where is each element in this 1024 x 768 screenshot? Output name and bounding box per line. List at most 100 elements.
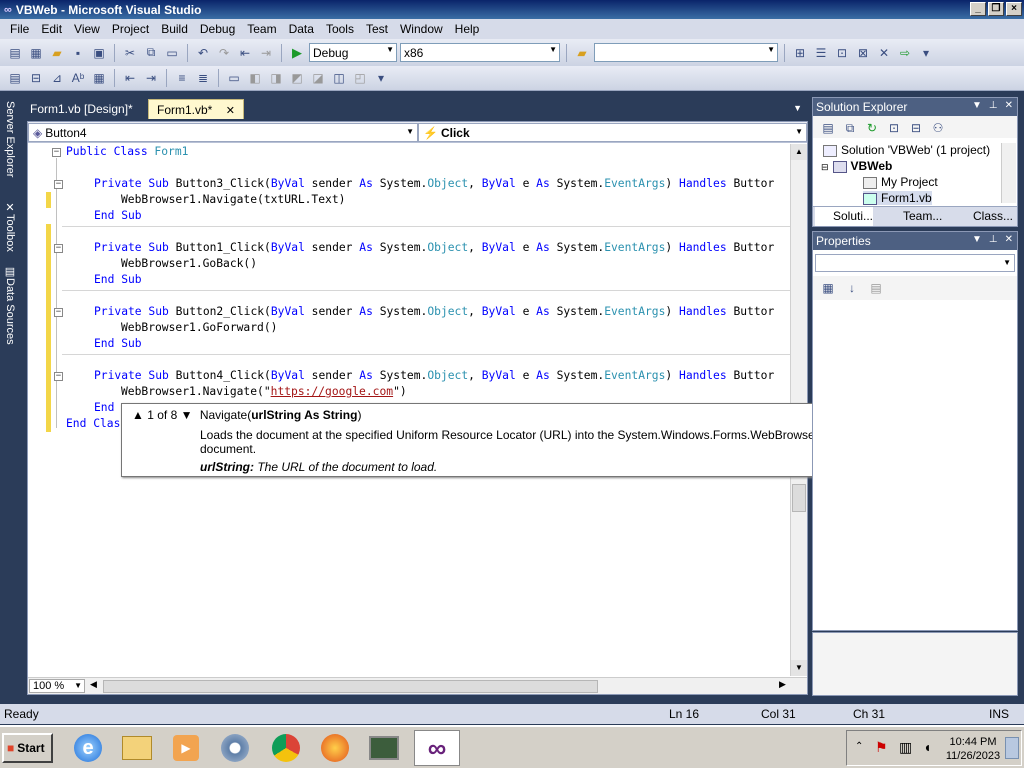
quick-info-icon[interactable]: ⊿ bbox=[48, 69, 66, 87]
start-debugging-icon[interactable]: ▶ bbox=[288, 44, 306, 62]
new-project-icon[interactable]: ▤ bbox=[6, 44, 24, 62]
add-item-icon[interactable]: ▦ bbox=[27, 44, 45, 62]
toggle-bookmark-icon[interactable]: ▭ bbox=[225, 69, 243, 87]
refresh-icon[interactable]: ↻ bbox=[863, 119, 881, 137]
show-hidden-icons-icon[interactable]: ⌃ bbox=[855, 741, 863, 752]
property-pages-icon[interactable]: ▤ bbox=[867, 279, 885, 297]
chrome-icon[interactable] bbox=[267, 730, 305, 766]
network-monitor-icon[interactable] bbox=[365, 730, 403, 766]
clear-bookmarks-icon[interactable]: ◰ bbox=[351, 69, 369, 87]
vertical-scrollbar[interactable] bbox=[1001, 143, 1016, 203]
alphabetical-icon[interactable]: ↓ bbox=[843, 279, 861, 297]
bookmark-document-icon[interactable]: ◫ bbox=[330, 69, 348, 87]
object-select[interactable]: ▼ bbox=[815, 254, 1015, 272]
comment-out-icon[interactable]: ≡ bbox=[173, 69, 191, 87]
window-position-icon[interactable]: ▼ bbox=[972, 100, 982, 111]
object-browser-icon[interactable]: ⊡ bbox=[833, 44, 851, 62]
categorized-icon[interactable]: ▦ bbox=[819, 279, 837, 297]
collapse-toggle[interactable]: − bbox=[54, 244, 63, 253]
properties-icon[interactable]: ▤ bbox=[819, 119, 837, 137]
decrease-indent-icon[interactable]: ⇤ bbox=[121, 69, 139, 87]
next-bookmark-icon[interactable]: ◨ bbox=[267, 69, 285, 87]
display-word-completion-icon[interactable]: ▦ bbox=[90, 69, 108, 87]
menu-help[interactable]: Help bbox=[449, 22, 486, 36]
pin-icon[interactable]: ⊥ bbox=[989, 100, 998, 111]
collapse-toggle[interactable]: − bbox=[54, 372, 63, 381]
copy-icon[interactable]: ⧉ bbox=[142, 44, 160, 62]
menu-view[interactable]: View bbox=[68, 22, 106, 36]
tab-class-view[interactable]: Class... bbox=[955, 209, 1013, 223]
find-combo[interactable]: ▼ bbox=[594, 43, 778, 62]
solution-explorer-icon[interactable]: ⊞ bbox=[791, 44, 809, 62]
volume-icon[interactable]: ◖ bbox=[923, 739, 931, 755]
server-explorer-tab[interactable]: Server Explorer bbox=[2, 101, 18, 177]
redo-icon[interactable]: ↷ bbox=[215, 44, 233, 62]
menu-data[interactable]: Data bbox=[283, 22, 320, 36]
scroll-thumb[interactable] bbox=[792, 484, 806, 512]
toolbox-tab[interactable]: ✕ Toolbox bbox=[2, 201, 18, 252]
window-position-icon[interactable]: ▼ bbox=[972, 234, 982, 245]
menu-project[interactable]: Project bbox=[106, 22, 155, 36]
increase-indent-icon[interactable]: ⇥ bbox=[142, 69, 160, 87]
display-object-members-icon[interactable]: ▤ bbox=[6, 69, 24, 87]
start-button[interactable]: ■ Start bbox=[2, 733, 53, 763]
start-page-icon[interactable]: ⇨ bbox=[896, 44, 914, 62]
menu-file[interactable]: File bbox=[4, 22, 35, 36]
view-code-icon[interactable]: ⊡ bbox=[885, 119, 903, 137]
cut-icon[interactable]: ✂ bbox=[121, 44, 139, 62]
solution-configuration-select[interactable]: Debug ▼ bbox=[309, 43, 397, 62]
save-icon[interactable]: ▪ bbox=[69, 44, 87, 62]
properties-window-icon[interactable]: ☰ bbox=[812, 44, 830, 62]
navigate-back-icon[interactable]: ⇤ bbox=[236, 44, 254, 62]
tree-item-project[interactable]: ⊟ VBWeb bbox=[821, 159, 892, 173]
paste-icon[interactable]: ▭ bbox=[163, 44, 181, 62]
tab-form1-design[interactable]: Form1.vb [Design]* bbox=[22, 99, 141, 119]
tree-item-solution[interactable]: Solution 'VBWeb' (1 project) bbox=[823, 143, 990, 157]
tools-icon[interactable]: ✕ bbox=[875, 44, 893, 62]
firefox-icon[interactable] bbox=[316, 730, 354, 766]
previous-bookmark-folder-icon[interactable]: ◩ bbox=[288, 69, 306, 87]
media-player-icon[interactable]: ▶ bbox=[167, 730, 205, 766]
menu-build[interactable]: Build bbox=[155, 22, 194, 36]
method-name-select[interactable]: ⚡ Click ▼ bbox=[418, 123, 807, 142]
find-in-files-icon[interactable]: ▰ bbox=[573, 44, 591, 62]
data-sources-tab[interactable]: ▤ Data Sources bbox=[2, 265, 18, 345]
scroll-right-icon[interactable]: ▶ bbox=[779, 679, 786, 690]
pin-icon[interactable]: ⊥ bbox=[989, 234, 998, 245]
uncomment-icon[interactable]: ≣ bbox=[194, 69, 212, 87]
collapse-toggle[interactable]: − bbox=[54, 308, 63, 317]
tree-item-form1[interactable]: Form1.vb bbox=[863, 191, 932, 205]
file-explorer-icon[interactable] bbox=[118, 730, 156, 766]
scroll-up-icon[interactable]: ▲ bbox=[791, 144, 807, 160]
class-diagram-icon[interactable]: ⚇ bbox=[929, 119, 947, 137]
tab-form1-code[interactable]: Form1.vb* ✕ bbox=[148, 99, 244, 119]
tab-solution-explorer[interactable]: Soluti... bbox=[815, 207, 874, 226]
menu-tools[interactable]: Tools bbox=[320, 22, 360, 36]
menu-edit[interactable]: Edit bbox=[35, 22, 68, 36]
close-button[interactable]: × bbox=[1006, 2, 1022, 16]
view-designer-icon[interactable]: ⊟ bbox=[907, 119, 925, 137]
undo-icon[interactable]: ↶ bbox=[194, 44, 212, 62]
collapse-toggle[interactable]: − bbox=[54, 180, 63, 189]
tab-team-explorer[interactable]: Team... bbox=[885, 209, 942, 223]
previous-bookmark-icon[interactable]: ◧ bbox=[246, 69, 264, 87]
menu-team[interactable]: Team bbox=[241, 22, 282, 36]
previous-overload-icon[interactable]: ▲ bbox=[132, 408, 144, 422]
menu-window[interactable]: Window bbox=[394, 22, 449, 36]
more-options-icon[interactable]: ▾ bbox=[917, 44, 935, 62]
collapse-toggle[interactable]: ⊟ bbox=[821, 162, 829, 172]
action-center-icon[interactable]: ⚑ bbox=[875, 739, 888, 756]
horizontal-scroll-thumb[interactable] bbox=[103, 680, 598, 693]
clock[interactable]: 10:44 PM 11/26/2023 bbox=[945, 735, 1001, 763]
next-bookmark-folder-icon[interactable]: ◪ bbox=[309, 69, 327, 87]
close-icon[interactable]: ✕ bbox=[1005, 234, 1013, 245]
parameter-info-icon[interactable]: ⊟ bbox=[27, 69, 45, 87]
next-overload-icon[interactable]: ▼ bbox=[181, 408, 193, 422]
network-icon[interactable]: ▥ bbox=[899, 739, 912, 756]
toolbox-icon[interactable]: ⊠ bbox=[854, 44, 872, 62]
visual-studio-taskbar-icon[interactable]: ∞ bbox=[414, 730, 460, 766]
open-folder-icon[interactable]: ▰ bbox=[48, 44, 66, 62]
internet-explorer-icon[interactable]: e bbox=[69, 730, 107, 766]
restore-button[interactable]: ❐ bbox=[988, 2, 1004, 16]
complete-word-icon[interactable]: Aᵇ bbox=[69, 69, 87, 87]
